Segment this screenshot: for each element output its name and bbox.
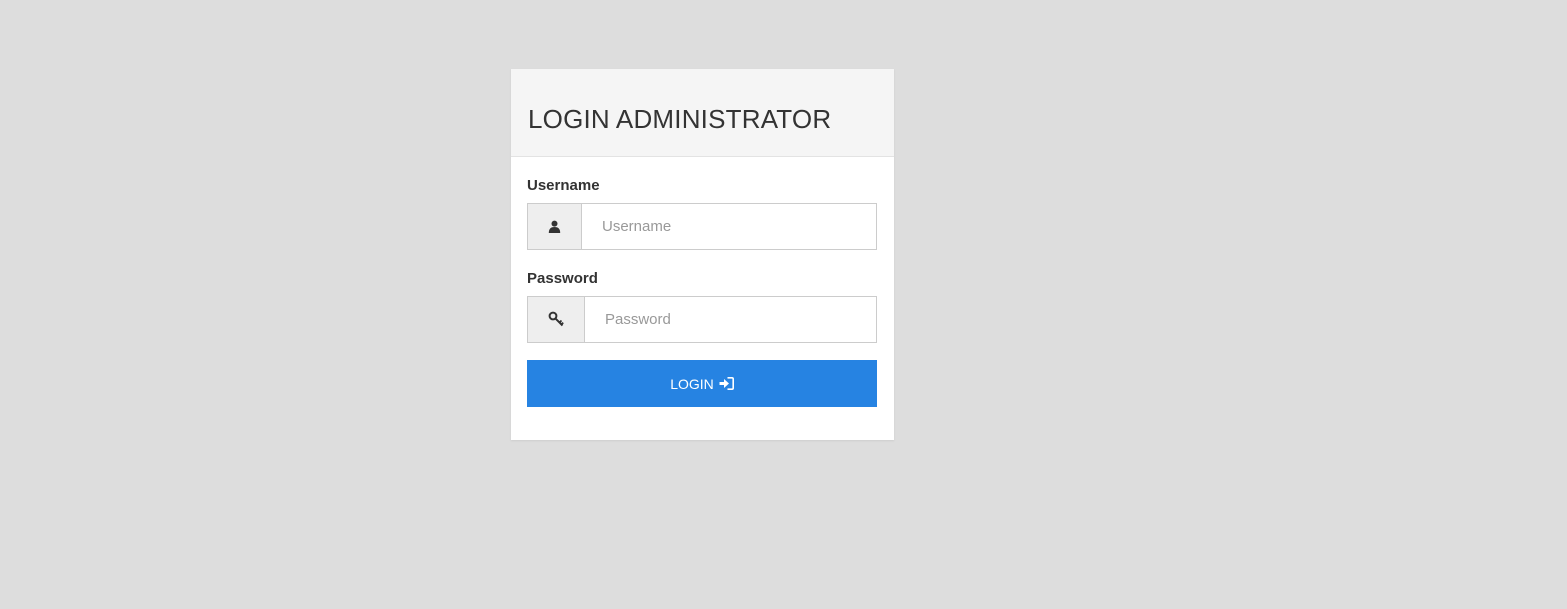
panel-title: LOGIN ADMINISTRATOR: [528, 104, 832, 134]
panel-header: LOGIN ADMINISTRATOR: [511, 69, 894, 157]
password-label: Password: [527, 270, 598, 287]
password-input[interactable]: [584, 296, 877, 343]
login-button-label: LOGIN: [670, 375, 714, 392]
key-icon: [548, 311, 565, 328]
login-button[interactable]: LOGIN: [527, 360, 877, 407]
password-input-group: [527, 296, 877, 343]
login-panel: LOGIN ADMINISTRATOR Username Password: [511, 69, 894, 440]
username-input[interactable]: [581, 203, 877, 250]
sign-in-icon: [719, 377, 734, 390]
username-label: Username: [527, 177, 600, 194]
user-icon: [548, 220, 561, 233]
password-addon: [527, 296, 584, 343]
username-input-group: [527, 203, 877, 250]
username-addon: [527, 203, 581, 250]
